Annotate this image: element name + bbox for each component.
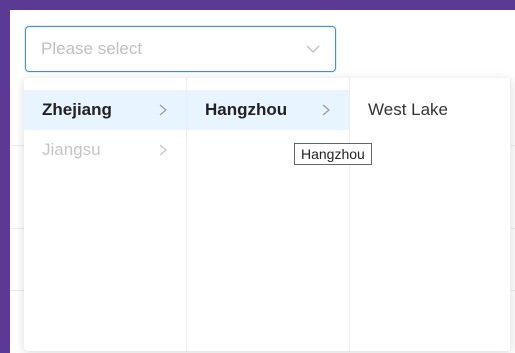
cascader-option-jiangsu: Jiangsu [24, 130, 186, 170]
chevron-down-icon [306, 45, 320, 53]
option-tooltip: Hangzhou [294, 143, 372, 165]
select-placeholder: Please select [41, 39, 143, 58]
cascader-column-1: Zhejiang Jiangsu [24, 78, 187, 351]
option-label: Hangzhou [205, 100, 288, 119]
option-label: Zhejiang [42, 100, 112, 119]
cascader-option-west-lake[interactable]: West Lake [350, 90, 510, 130]
cascader-option-zhejiang[interactable]: Zhejiang [24, 90, 186, 130]
chevron-right-icon [159, 144, 167, 156]
chevron-right-icon [322, 104, 330, 116]
cascader-dropdown: Zhejiang Jiangsu Hangzhou West Lake Hang… [24, 78, 511, 351]
cascader-column-3: West Lake [350, 78, 511, 351]
cascader-column-2: Hangzhou [187, 78, 350, 351]
chevron-right-icon [159, 104, 167, 116]
option-label: Jiangsu [42, 140, 101, 159]
cascader-option-hangzhou[interactable]: Hangzhou [187, 90, 349, 130]
cascader-select-input[interactable]: Please select [25, 26, 336, 72]
option-label: West Lake [368, 100, 449, 119]
